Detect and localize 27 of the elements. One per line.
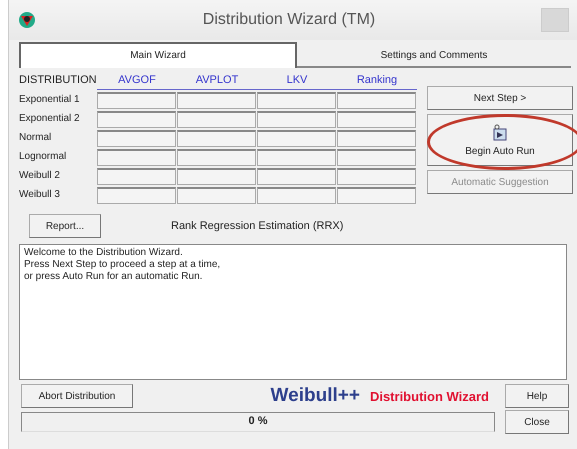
report-button[interactable]: Report... xyxy=(29,214,101,238)
column-header: DISTRIBUTION xyxy=(19,74,97,88)
help-button[interactable]: Help xyxy=(505,384,569,408)
row-label: Lognormal xyxy=(19,150,68,164)
row-label: Normal xyxy=(19,131,52,145)
close-button[interactable]: Close xyxy=(505,410,569,434)
window-title: Distribution Wizard (TM) xyxy=(202,11,376,29)
column-header: LKV xyxy=(257,74,337,90)
app-logo-icon xyxy=(17,10,37,30)
product-logo-text: Weibull++ xyxy=(270,385,360,407)
row-label: Exponential 1 xyxy=(19,93,81,107)
row-label: Weibull 2 xyxy=(19,169,61,183)
tab[interactable]: Main Wizard xyxy=(19,42,297,68)
wizard-button[interactable]: Next Step > xyxy=(427,86,573,110)
row-label: Exponential 2 xyxy=(19,112,81,126)
column-header: AVPLOT xyxy=(177,74,257,90)
auto-run-button[interactable]: Begin Auto Run xyxy=(427,114,573,166)
run-icon xyxy=(491,124,509,142)
estimation-method-label: Rank Regression Estimation (RRX) xyxy=(171,220,344,232)
close-window-button[interactable] xyxy=(541,8,569,32)
message-log: Welcome to the Distribution Wizard. Press Next Step to proceed a step at a time, or press Auto Run for an automatic Run. xyxy=(19,244,567,380)
column-header: AVGOF xyxy=(97,74,177,90)
progress-reading: 0 % xyxy=(248,415,268,427)
row-label: Weibull 3 xyxy=(19,188,61,202)
module-logo-text: Distribution Wizard xyxy=(370,389,489,404)
abort-distribution-button[interactable]: Abort Distribution xyxy=(21,384,133,408)
column-header: Ranking xyxy=(337,74,417,90)
